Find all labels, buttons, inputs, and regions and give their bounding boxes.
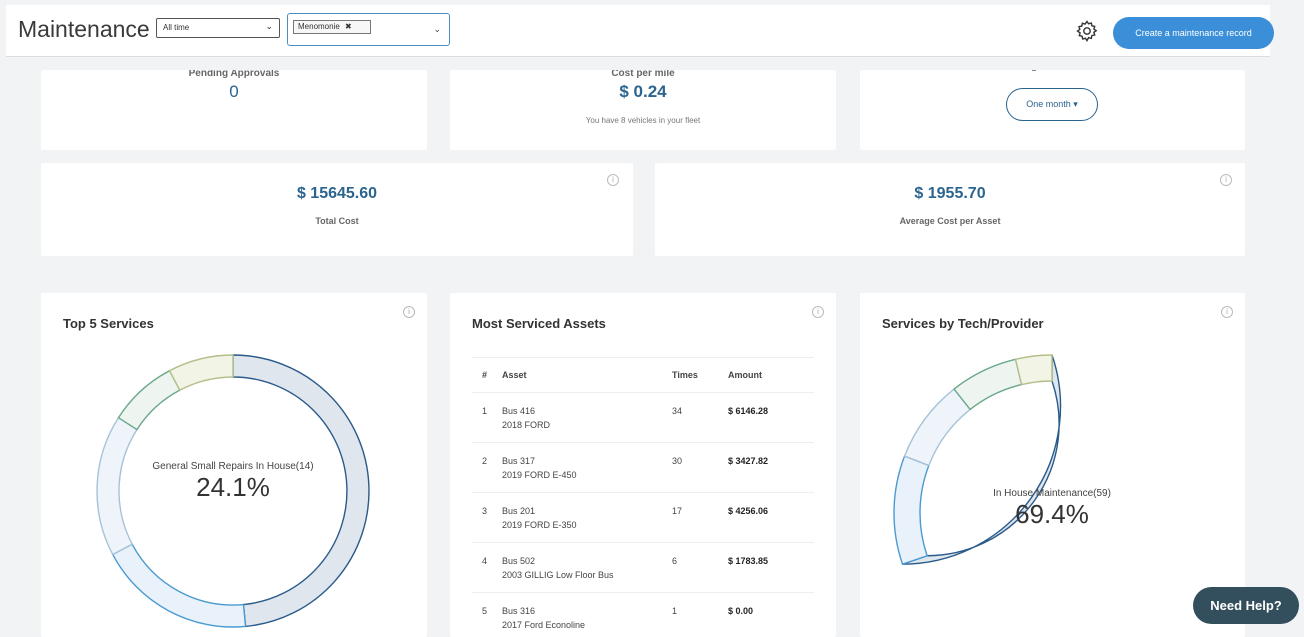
donut-segment[interactable] bbox=[117, 369, 181, 431]
total-cost-card: $ 15645.60 Total Cost i bbox=[41, 163, 633, 256]
table-row[interactable]: 1 Bus 416 2018 FORD 34 $ 6146.28 bbox=[472, 392, 814, 443]
rank-cell: 3 bbox=[472, 492, 502, 543]
asset-cell: Bus 416 2018 FORD bbox=[502, 392, 672, 443]
pending-approvals-label: Pending Approvals bbox=[188, 70, 280, 79]
col-header-amount: Amount bbox=[728, 357, 814, 393]
donut-center-label: In House Maintenance(59) bbox=[993, 488, 1111, 499]
asset-name: Bus 316 bbox=[502, 606, 536, 616]
col-header-times: Times bbox=[672, 357, 728, 393]
rank-cell: 2 bbox=[472, 442, 502, 493]
location-filter-select[interactable]: Menomonie ✖ ⌄ bbox=[287, 13, 450, 46]
average-cost-card: $ 1955.70 Average Cost per Asset i bbox=[655, 163, 1245, 256]
chevron-down-icon: ⌄ bbox=[433, 24, 441, 34]
info-icon[interactable]: i bbox=[812, 306, 824, 318]
times-cell: 34 bbox=[672, 392, 728, 443]
amount-cell: $ 3427.82 bbox=[728, 442, 814, 493]
donut-segment[interactable] bbox=[168, 354, 234, 392]
asset-description: 2017 Ford Econoline bbox=[502, 620, 586, 630]
times-cell: 30 bbox=[672, 442, 728, 493]
amount-cell: $ 1783.85 bbox=[728, 542, 814, 593]
top-services-card: Top 5 Services i General Small Repairs I… bbox=[41, 293, 427, 637]
rank-cell: 1 bbox=[472, 392, 502, 443]
most-serviced-assets-card: Most Serviced Assets i # Asset Times Amo… bbox=[450, 293, 836, 637]
gear-icon[interactable] bbox=[1075, 19, 1099, 43]
info-icon[interactable]: i bbox=[1220, 174, 1232, 186]
donut-center: General Small Repairs In House(14) 24.1% bbox=[133, 461, 333, 503]
donut-segment[interactable] bbox=[953, 358, 1023, 411]
services-by-tech-donut bbox=[893, 354, 1062, 566]
rank-cell: 4 bbox=[472, 542, 502, 593]
asset-cell: Bus 201 2019 FORD E-350 bbox=[502, 492, 672, 543]
amount-cell: $ 4256.06 bbox=[728, 492, 814, 543]
page-header: Maintenance All time ⌄ Menomonie ✖ ⌄ Cre… bbox=[6, 5, 1274, 57]
times-cell: 6 bbox=[672, 542, 728, 593]
create-maintenance-record-button[interactable]: Create a maintenance record bbox=[1113, 17, 1274, 49]
col-header-rank: # bbox=[472, 357, 502, 393]
donut-segment[interactable] bbox=[111, 543, 247, 628]
amount-cell: $ 6146.28 bbox=[728, 392, 814, 443]
donut-center-percent: 69.4% bbox=[1015, 499, 1089, 529]
chip-close-icon[interactable]: ✖ bbox=[345, 22, 352, 31]
donut-segment[interactable] bbox=[1014, 354, 1053, 386]
donut-center: In House Maintenance(59) 69.4% bbox=[952, 488, 1152, 530]
asset-name: Bus 502 bbox=[502, 556, 536, 566]
donut-segment[interactable] bbox=[96, 416, 138, 556]
asset-description: 2018 FORD bbox=[502, 420, 551, 430]
table-row[interactable]: 3 Bus 201 2019 FORD E-350 17 $ 4256.06 bbox=[472, 492, 814, 543]
asset-cell: Bus 317 2019 FORD E-450 bbox=[502, 442, 672, 493]
services-by-tech-card: Services by Tech/Provider i In House Mai… bbox=[860, 293, 1245, 637]
time-filter-select[interactable]: All time ⌄ bbox=[156, 18, 280, 38]
asset-name: Bus 416 bbox=[502, 406, 536, 416]
assets-table: # Asset Times Amount 1 Bus 416 2018 FORD … bbox=[472, 357, 814, 637]
chevron-down-icon: ⌄ bbox=[265, 21, 273, 31]
donut-segment[interactable] bbox=[903, 388, 972, 467]
times-cell: 17 bbox=[672, 492, 728, 543]
pending-approvals-card: Pending Approvals 0 bbox=[41, 70, 427, 150]
table-header-row: # Asset Times Amount bbox=[472, 357, 814, 393]
times-cell: 1 bbox=[672, 592, 728, 637]
asset-cell: Bus 316 2017 Ford Econoline bbox=[502, 592, 672, 637]
cropped-label-fragment bbox=[1032, 70, 1036, 71]
pending-approvals-value: 0 bbox=[229, 82, 239, 101]
table-row[interactable]: 4 Bus 502 2003 GILLIG Low Floor Bus 6 $ 1… bbox=[472, 542, 814, 593]
most-serviced-title: Most Serviced Assets bbox=[472, 316, 606, 331]
table-row[interactable]: 5 Bus 316 2017 Ford Econoline 1 $ 0.00 bbox=[472, 592, 814, 637]
donut-center-label: General Small Repairs In House(14) bbox=[152, 461, 314, 472]
range-select-button[interactable]: One month ▾ bbox=[1006, 88, 1098, 121]
cost-per-mile-card: Cost per mile $ 0.24 You have 8 vehicles… bbox=[450, 70, 836, 150]
col-header-asset: Asset bbox=[502, 357, 672, 393]
total-cost-value: $ 15645.60 bbox=[296, 185, 378, 202]
donut-segment[interactable] bbox=[893, 455, 930, 566]
location-chip: Menomonie ✖ bbox=[293, 20, 371, 34]
total-cost-label: Total Cost bbox=[315, 216, 359, 226]
cost-per-mile-label: Cost per mile bbox=[611, 70, 675, 79]
asset-cell: Bus 502 2003 GILLIG Low Floor Bus bbox=[502, 542, 672, 593]
location-chip-label: Menomonie bbox=[298, 22, 340, 31]
asset-description: 2003 GILLIG Low Floor Bus bbox=[502, 570, 614, 580]
cost-per-mile-value: $ 0.24 bbox=[619, 82, 667, 101]
asset-name: Bus 317 bbox=[502, 456, 536, 466]
amount-cell: $ 0.00 bbox=[728, 592, 814, 637]
date-range-card: One month ▾ bbox=[860, 70, 1245, 150]
page-title: Maintenance bbox=[18, 16, 150, 42]
asset-description: 2019 FORD E-350 bbox=[502, 520, 577, 530]
time-filter-value: All time bbox=[163, 23, 190, 32]
need-help-button[interactable]: Need Help? bbox=[1193, 587, 1299, 624]
asset-description: 2019 FORD E-450 bbox=[502, 470, 577, 480]
rank-cell: 5 bbox=[472, 592, 502, 637]
info-icon[interactable]: i bbox=[607, 174, 619, 186]
average-cost-value: $ 1955.70 bbox=[914, 185, 986, 202]
average-cost-label: Average Cost per Asset bbox=[899, 216, 1001, 226]
fleet-size-note: You have 8 vehicles in your fleet bbox=[585, 116, 701, 125]
table-row[interactable]: 2 Bus 317 2019 FORD E-450 30 $ 3427.82 bbox=[472, 442, 814, 493]
asset-name: Bus 201 bbox=[502, 506, 536, 516]
donut-center-percent: 24.1% bbox=[196, 472, 270, 502]
